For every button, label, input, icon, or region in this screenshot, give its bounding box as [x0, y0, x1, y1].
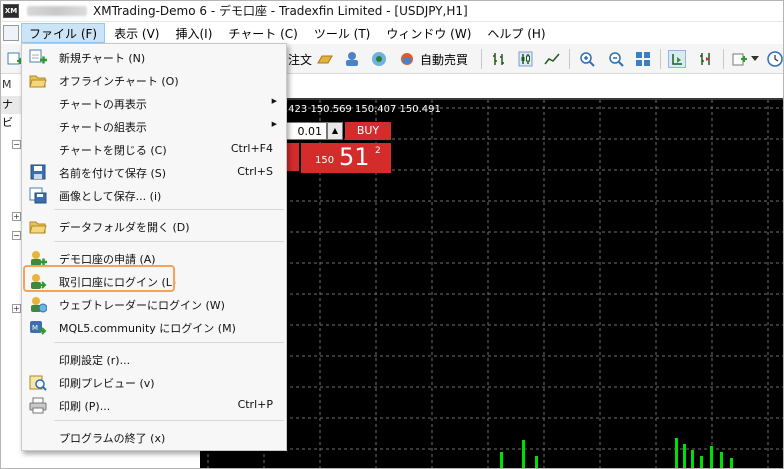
candle-bar [730, 458, 733, 469]
menu-item-print-setup[interactable]: 印刷設定 (r)... [23, 348, 285, 371]
new-order-label[interactable]: 注文 [288, 51, 312, 68]
menu-chart[interactable]: チャート (C) [221, 23, 304, 43]
menu-help[interactable]: ヘルプ (H) [480, 23, 552, 43]
submenu-arrow-icon: ▶ [271, 120, 277, 128]
menu-separator [54, 209, 284, 210]
lot-stepper-up-icon[interactable]: ▲ [327, 122, 343, 140]
menu-item-profiles[interactable]: チャートの組表示 ▶ [23, 115, 285, 138]
buy-price-box[interactable]: 150 51 2 [301, 143, 391, 173]
folder-open-icon [29, 72, 47, 89]
zoom-in-icon[interactable] [578, 50, 596, 68]
menu-separator [54, 241, 284, 242]
redacted-account-number [27, 5, 87, 16]
gold-bar-icon[interactable] [316, 50, 334, 68]
menu-insert[interactable]: 挿入(I) [168, 23, 219, 43]
signal-icon[interactable] [370, 50, 388, 68]
title-bar: XM XMTrading-Demo 6 - デモ口座 - Tradexfin L… [0, 0, 784, 22]
save-icon [29, 164, 47, 181]
tree-collapse-icon[interactable]: − [12, 140, 21, 149]
tile-windows-icon[interactable] [634, 50, 652, 68]
menu-item-offline-chart[interactable]: オフラインチャート (O) [23, 69, 285, 92]
new-chart-icon [29, 49, 47, 66]
menu-item-new-chart[interactable]: 新規チャート (N) [23, 46, 285, 69]
toolbar-separator [723, 49, 724, 69]
menu-item-print[interactable]: 印刷 (P)... Ctrl+P [23, 394, 285, 417]
buy-button[interactable]: BUY [345, 122, 391, 140]
candle-bar [691, 450, 694, 469]
menu-item-print-preview[interactable]: 印刷プレビュー (v) [23, 371, 285, 394]
price-pip: 2 [375, 146, 381, 156]
zoom-out-icon[interactable] [607, 50, 625, 68]
chart-shift-icon[interactable] [697, 50, 715, 68]
indicators-icon[interactable] [731, 50, 749, 68]
candle-bar [500, 452, 503, 469]
menu-item-reopen-chart[interactable]: チャートの再表示 ▶ [23, 92, 285, 115]
folder-icon [29, 218, 47, 235]
menu-item-login-mql5[interactable]: M MQL5.community にログイン (M) [23, 316, 285, 339]
save-image-icon [29, 187, 47, 204]
lot-size-input[interactable]: 0.01 [285, 122, 327, 140]
web-trader-icon [29, 296, 48, 313]
menu-item-exit[interactable]: プログラムの終了 (x) [23, 426, 285, 449]
candle-bar [675, 438, 678, 469]
highlight-login-trade-account [23, 265, 175, 292]
menu-window[interactable]: ウィンドウ (W) [379, 23, 478, 43]
price-chart[interactable]: .423 150.569 150.407 150.491 0.01 ▲ BUY … [200, 98, 784, 469]
menu-item-login-web-trader[interactable]: ウェブトレーダーにログイン (W) [23, 293, 285, 316]
menu-item-save-as-picture[interactable]: 画像として保存... (i) [23, 184, 285, 207]
menu-item-open-data-folder[interactable]: データフォルダを開く (D) [23, 215, 285, 238]
menu-view[interactable]: 表示 (V) [107, 23, 166, 43]
candle-bar [720, 452, 723, 469]
auto-scroll-icon[interactable] [668, 50, 686, 68]
sell-price-box[interactable] [285, 143, 299, 171]
line-chart-icon[interactable] [543, 50, 561, 68]
autotrade-icon[interactable] [398, 50, 416, 68]
menu-separator [54, 342, 284, 343]
clock-icon[interactable] [766, 50, 784, 68]
menu-tools[interactable]: ツール (T) [307, 23, 378, 43]
tree-collapse-icon[interactable]: − [12, 231, 21, 240]
print-preview-icon [29, 374, 47, 391]
menu-bar: ファイル (F) 表示 (V) 挿入(I) チャート (C) ツール (T) ウ… [0, 22, 784, 44]
bar-chart-icon[interactable] [490, 50, 508, 68]
toolbar-separator [569, 49, 570, 69]
toolbar-separator [660, 49, 661, 69]
price-prefix: 150 [315, 155, 335, 166]
toolbar-separator [481, 49, 482, 69]
app-logo-icon[interactable]: XM [3, 3, 19, 18]
chevron-down-icon[interactable] [750, 50, 760, 68]
window-menu-icon[interactable] [3, 25, 19, 41]
menu-separator [54, 420, 284, 421]
tree-expand-icon[interactable]: + [12, 304, 21, 313]
navigator-panel: M ナビ − + − + [0, 74, 22, 469]
price-main: 51 [339, 143, 370, 171]
autotrade-label[interactable]: 自動売買 [420, 51, 468, 68]
candle-bar [683, 444, 686, 469]
candle-bar [522, 440, 525, 469]
market-watch-tab[interactable]: M [0, 78, 22, 94]
ohlc-readout: .423 150.569 150.407 150.491 [285, 104, 441, 115]
candle-bar [700, 456, 703, 469]
candle-bar [710, 446, 713, 469]
user-account-icon[interactable] [343, 50, 361, 68]
submenu-arrow-icon: ▶ [271, 97, 277, 105]
candle-bar [535, 456, 538, 469]
menu-item-save-as[interactable]: 名前を付けて保存 (S) Ctrl+S [23, 161, 285, 184]
menu-file[interactable]: ファイル (F) [21, 23, 106, 43]
window-title: XMTrading-Demo 6 - デモ口座 - Tradexfin Limi… [93, 4, 468, 18]
file-menu-dropdown: 新規チャート (N) オフラインチャート (O) チャートの再表示 ▶ チャート… [21, 43, 287, 451]
printer-icon [29, 397, 47, 414]
navigator-header: ナビ [0, 96, 22, 129]
svg-text:M: M [32, 324, 38, 332]
candlestick-chart-icon[interactable] [516, 50, 534, 68]
tree-expand-icon[interactable]: + [12, 212, 21, 221]
mql5-icon: M [29, 319, 47, 336]
menu-item-close-chart[interactable]: チャートを閉じる (C) Ctrl+F4 [23, 138, 285, 161]
